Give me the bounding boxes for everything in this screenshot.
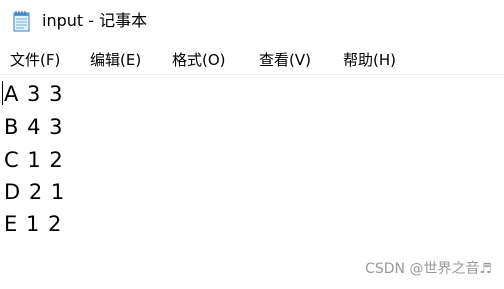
editor-line: C 1 2 <box>4 148 64 172</box>
menu-format[interactable]: 格式(O) <box>172 49 226 71</box>
menu-view[interactable]: 查看(V) <box>259 49 311 71</box>
title-bar[interactable]: input - 记事本 <box>0 0 504 42</box>
menu-file[interactable]: 文件(F) <box>10 49 60 71</box>
editor-line: D 2 1 <box>4 180 66 204</box>
editor-line: B 4 3 <box>4 115 64 139</box>
window-title: input - 记事本 <box>42 11 148 30</box>
editor-line: A 3 3 <box>4 82 64 106</box>
watermark: CSDN @世界之音♬ <box>365 261 492 277</box>
text-caret <box>2 81 3 105</box>
menu-bar: 文件(F) 编辑(E) 格式(O) 查看(V) 帮助(H) <box>0 46 504 75</box>
editor-line: E 1 2 <box>4 212 63 236</box>
notepad-icon <box>12 10 32 32</box>
menu-edit[interactable]: 编辑(E) <box>90 49 141 71</box>
menu-help[interactable]: 帮助(H) <box>343 49 396 71</box>
